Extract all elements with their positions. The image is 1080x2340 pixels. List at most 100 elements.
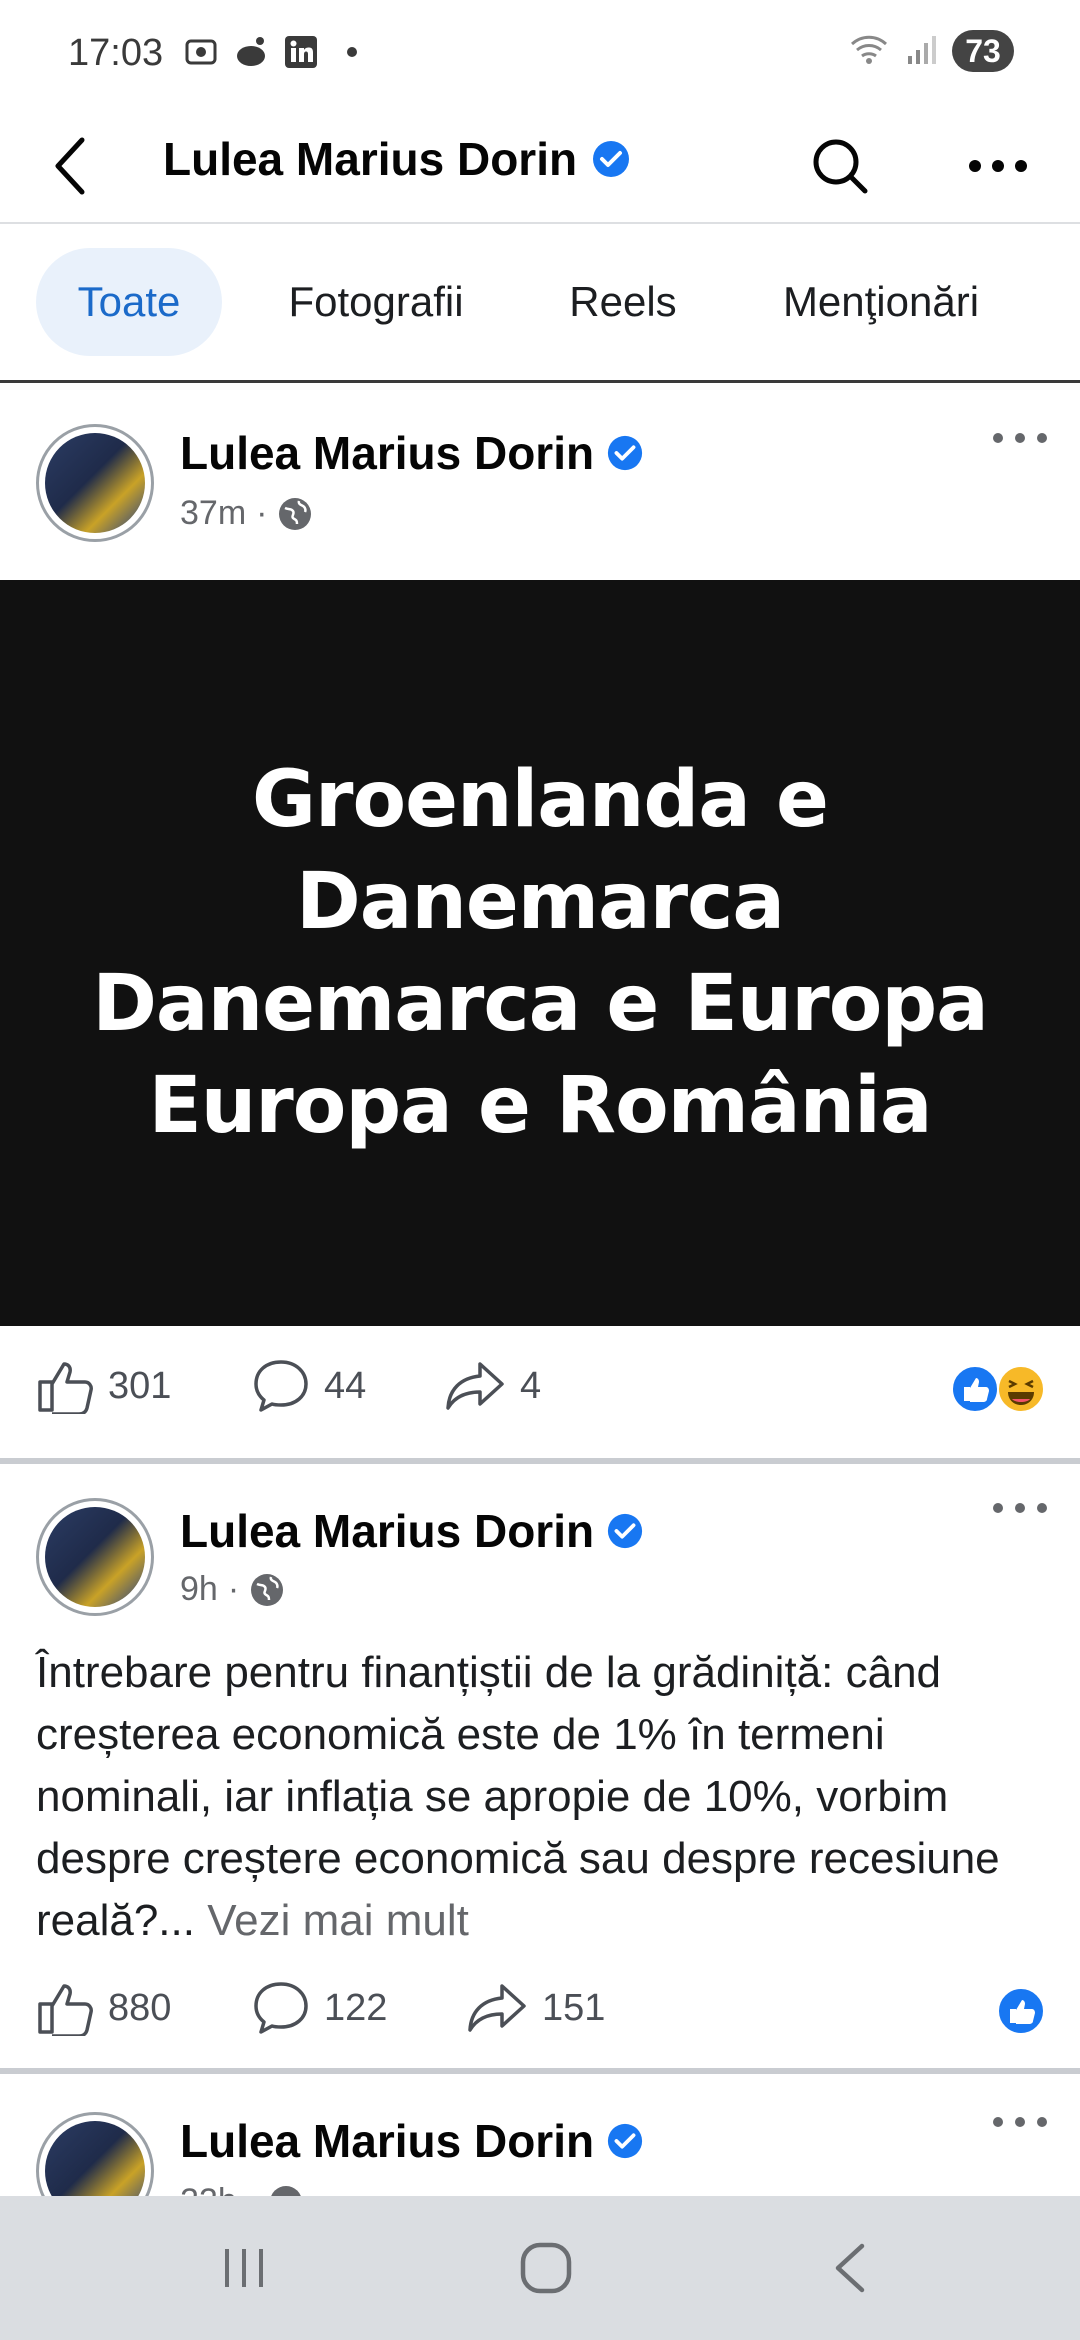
status-time: 17:03: [68, 32, 164, 74]
page-header: Lulea Marius Dorin: [0, 110, 1080, 224]
back-button[interactable]: [40, 124, 100, 208]
avatar-photo: [45, 2121, 145, 2196]
post-author-name: Lulea Marius Dorin: [180, 427, 595, 479]
statement-line: Europa e România: [148, 1061, 932, 1151]
comment-icon: [254, 1360, 308, 1412]
meta-separator: ·: [227, 1570, 240, 1608]
share-count: 151: [542, 1986, 606, 2029]
more-dots-icon: [993, 433, 1047, 443]
comment-icon: [254, 1982, 308, 2034]
recent-apps-button[interactable]: [184, 2226, 304, 2310]
post-time[interactable]: 22h: [180, 2182, 237, 2196]
post-card: Lulea Marius Dorin 37m · Groenlanda e Da…: [0, 386, 1080, 1458]
like-icon: [951, 1365, 999, 1413]
more-dots-icon: [993, 2117, 1047, 2127]
post-card: Lulea Marius Dorin 9h · Întrebare pentru…: [0, 1464, 1080, 2068]
post-author[interactable]: Lulea Marius Dorin: [180, 2114, 644, 2168]
post-options-button[interactable]: [984, 414, 1056, 462]
recent-apps-icon: [225, 2249, 263, 2287]
post-meta: 22h ·: [180, 2182, 304, 2196]
home-icon: [520, 2242, 572, 2294]
back-chevron-icon: [835, 2243, 865, 2293]
post-author-name: Lulea Marius Dorin: [180, 1505, 595, 1557]
notification-icons: [183, 34, 357, 70]
post-author-name: Lulea Marius Dorin: [180, 2115, 595, 2167]
system-back-button[interactable]: [790, 2226, 910, 2310]
meta-separator: ·: [247, 2182, 258, 2196]
post-body-text: Întrebare pentru finanțiștii de la grădi…: [36, 1648, 1000, 1945]
tab-fotografii[interactable]: Fotografii: [262, 248, 490, 356]
globe-icon: [271, 2185, 302, 2196]
screenshot-icon: [183, 34, 219, 70]
page-title-text: Lulea Marius Dorin: [163, 133, 578, 185]
avatar-photo: [45, 433, 145, 533]
comment-count: 122: [324, 1986, 388, 2029]
post-options-button[interactable]: [984, 1484, 1056, 1532]
like-button[interactable]: 301: [36, 1326, 171, 1446]
avatar[interactable]: [36, 424, 154, 542]
post-actions: 301 44 4: [0, 1326, 1080, 1446]
filter-tabs: Toate Fotografii Reels Menţionări: [0, 224, 1080, 383]
back-arrow-icon: [55, 137, 85, 195]
tab-toate[interactable]: Toate: [36, 248, 222, 356]
more-dots-icon: [969, 160, 1027, 172]
avatar[interactable]: [36, 2112, 154, 2196]
battery-indicator: 73: [952, 30, 1014, 72]
thumbs-up-icon: [38, 1362, 93, 1414]
share-button[interactable]: 4: [444, 1326, 541, 1446]
search-button[interactable]: [806, 128, 874, 204]
reaction-summary[interactable]: [950, 1364, 1046, 1414]
post-meta: 9h ·: [180, 1570, 285, 1609]
globe-icon: [279, 497, 312, 530]
post-author[interactable]: Lulea Marius Dorin: [180, 426, 644, 480]
post-background-text[interactable]: Groenlanda e Danemarca Danemarca e Europ…: [0, 580, 1080, 1326]
like-button[interactable]: 880: [36, 1948, 171, 2068]
thumbs-up-icon: [38, 1984, 93, 2036]
share-button[interactable]: 151: [466, 1948, 605, 2068]
like-count: 880: [108, 1986, 172, 2029]
verified-badge-icon: [593, 141, 630, 177]
haha-icon: [997, 1365, 1045, 1413]
statement-line: Danemarca e Europa: [92, 959, 989, 1049]
like-icon: [997, 1987, 1045, 2035]
post-time[interactable]: 37m: [180, 494, 246, 533]
home-button[interactable]: [486, 2226, 606, 2310]
verified-badge-icon: [607, 435, 643, 471]
status-bar: 17:03 73: [0, 0, 1080, 110]
globe-icon: [251, 1573, 284, 1606]
comment-button[interactable]: 122: [252, 1948, 387, 2068]
more-notifications-dot: [347, 47, 357, 57]
post-meta: 37m ·: [180, 494, 313, 533]
statement-line: Groenlanda e: [252, 755, 829, 845]
share-count: 4: [520, 1364, 542, 1407]
tab-mentionari[interactable]: Menţionări: [756, 248, 1006, 356]
linkedin-icon: [283, 34, 319, 70]
like-count: 301: [108, 1364, 172, 1407]
comment-button[interactable]: 44: [252, 1326, 366, 1446]
post-author[interactable]: Lulea Marius Dorin: [180, 1504, 644, 1558]
post-options-button[interactable]: [984, 2098, 1056, 2146]
system-status: 73: [848, 30, 1014, 72]
share-icon: [468, 1984, 526, 2032]
post-actions: 880 122 151: [0, 1948, 1080, 2068]
search-icon: [813, 139, 868, 194]
system-nav-bar: [0, 2196, 1080, 2340]
verified-badge-icon: [607, 1513, 643, 1549]
avatar-photo: [45, 1507, 145, 1607]
comment-count: 44: [324, 1364, 367, 1407]
tab-reels[interactable]: Reels: [548, 248, 698, 356]
page-title: Lulea Marius Dorin: [163, 132, 631, 186]
reddit-icon: [233, 34, 269, 70]
wifi-icon: [848, 32, 890, 71]
see-more-link[interactable]: Vezi mai mult: [207, 1896, 469, 1945]
avatar[interactable]: [36, 1498, 154, 1616]
reaction-summary[interactable]: [996, 1986, 1046, 2036]
post-statement: Groenlanda e Danemarca Danemarca e Europ…: [92, 749, 989, 1157]
post-card: Lulea Marius Dorin 22h ·: [0, 2074, 1080, 2196]
share-icon: [446, 1362, 504, 1410]
signal-icon: [904, 32, 938, 71]
verified-badge-icon: [607, 2123, 643, 2159]
more-options-button[interactable]: [960, 128, 1036, 204]
meta-separator: ·: [256, 494, 268, 532]
post-time[interactable]: 9h: [180, 1570, 218, 1609]
